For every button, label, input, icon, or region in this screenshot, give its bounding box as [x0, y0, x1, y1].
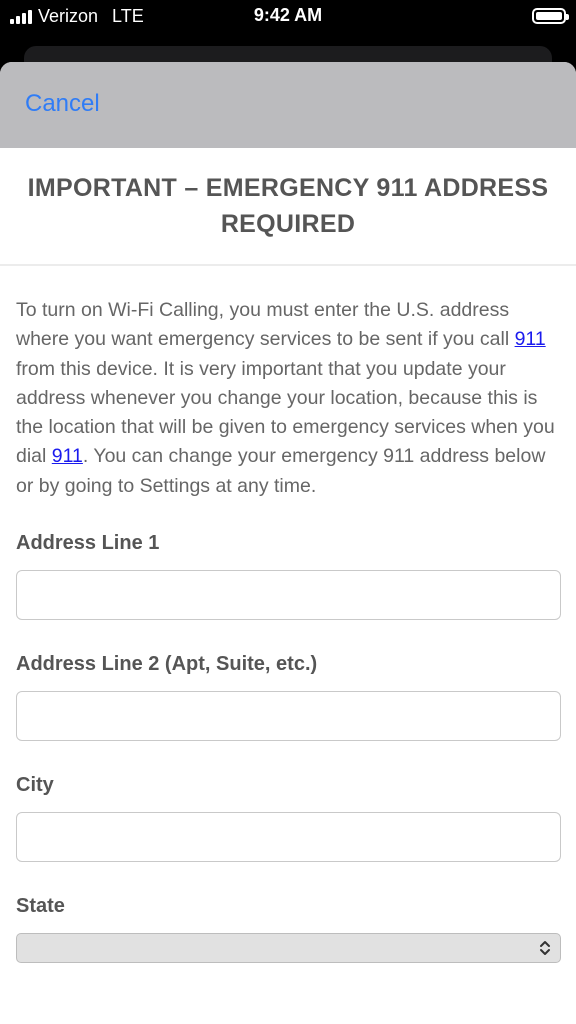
- chevron-up-down-icon: [540, 941, 550, 956]
- 911-link-2[interactable]: 911: [52, 445, 83, 467]
- address-line-2-label: Address Line 2 (Apt, Suite, etc.): [16, 653, 318, 676]
- info-paragraph: To turn on Wi-Fi Calling, you must enter…: [16, 296, 560, 501]
- cancel-button[interactable]: Cancel: [25, 90, 100, 118]
- page-title: IMPORTANT – EMERGENCY 911 ADDRESS REQUIR…: [27, 174, 549, 238]
- state-select[interactable]: [16, 933, 561, 964]
- city-label: City: [16, 774, 54, 797]
- address-line-2-input[interactable]: [16, 691, 561, 742]
- sheet-header: Cancel: [0, 62, 576, 148]
- title-section: IMPORTANT – EMERGENCY 911 ADDRESS REQUIR…: [0, 148, 576, 266]
- city-input[interactable]: [16, 812, 561, 863]
- paragraph-text-3: . You can change your emergency 911 addr…: [16, 445, 546, 497]
- 911-link[interactable]: 911: [515, 328, 546, 350]
- paragraph-text-1: To turn on Wi-Fi Calling, you must enter…: [16, 299, 515, 351]
- modal-sheet: Cancel IMPORTANT – EMERGENCY 911 ADDRESS…: [0, 62, 576, 1024]
- status-time: 9:42 AM: [253, 5, 323, 25]
- address-line-1-input[interactable]: [16, 570, 561, 621]
- form-content: To turn on Wi-Fi Calling, you must enter…: [0, 266, 576, 964]
- state-label: State: [16, 895, 65, 918]
- address-line-1-label: Address Line 1: [16, 532, 160, 555]
- battery-icon: [532, 8, 569, 24]
- status-bar: Verizon LTE 9:42 AM: [0, 0, 576, 34]
